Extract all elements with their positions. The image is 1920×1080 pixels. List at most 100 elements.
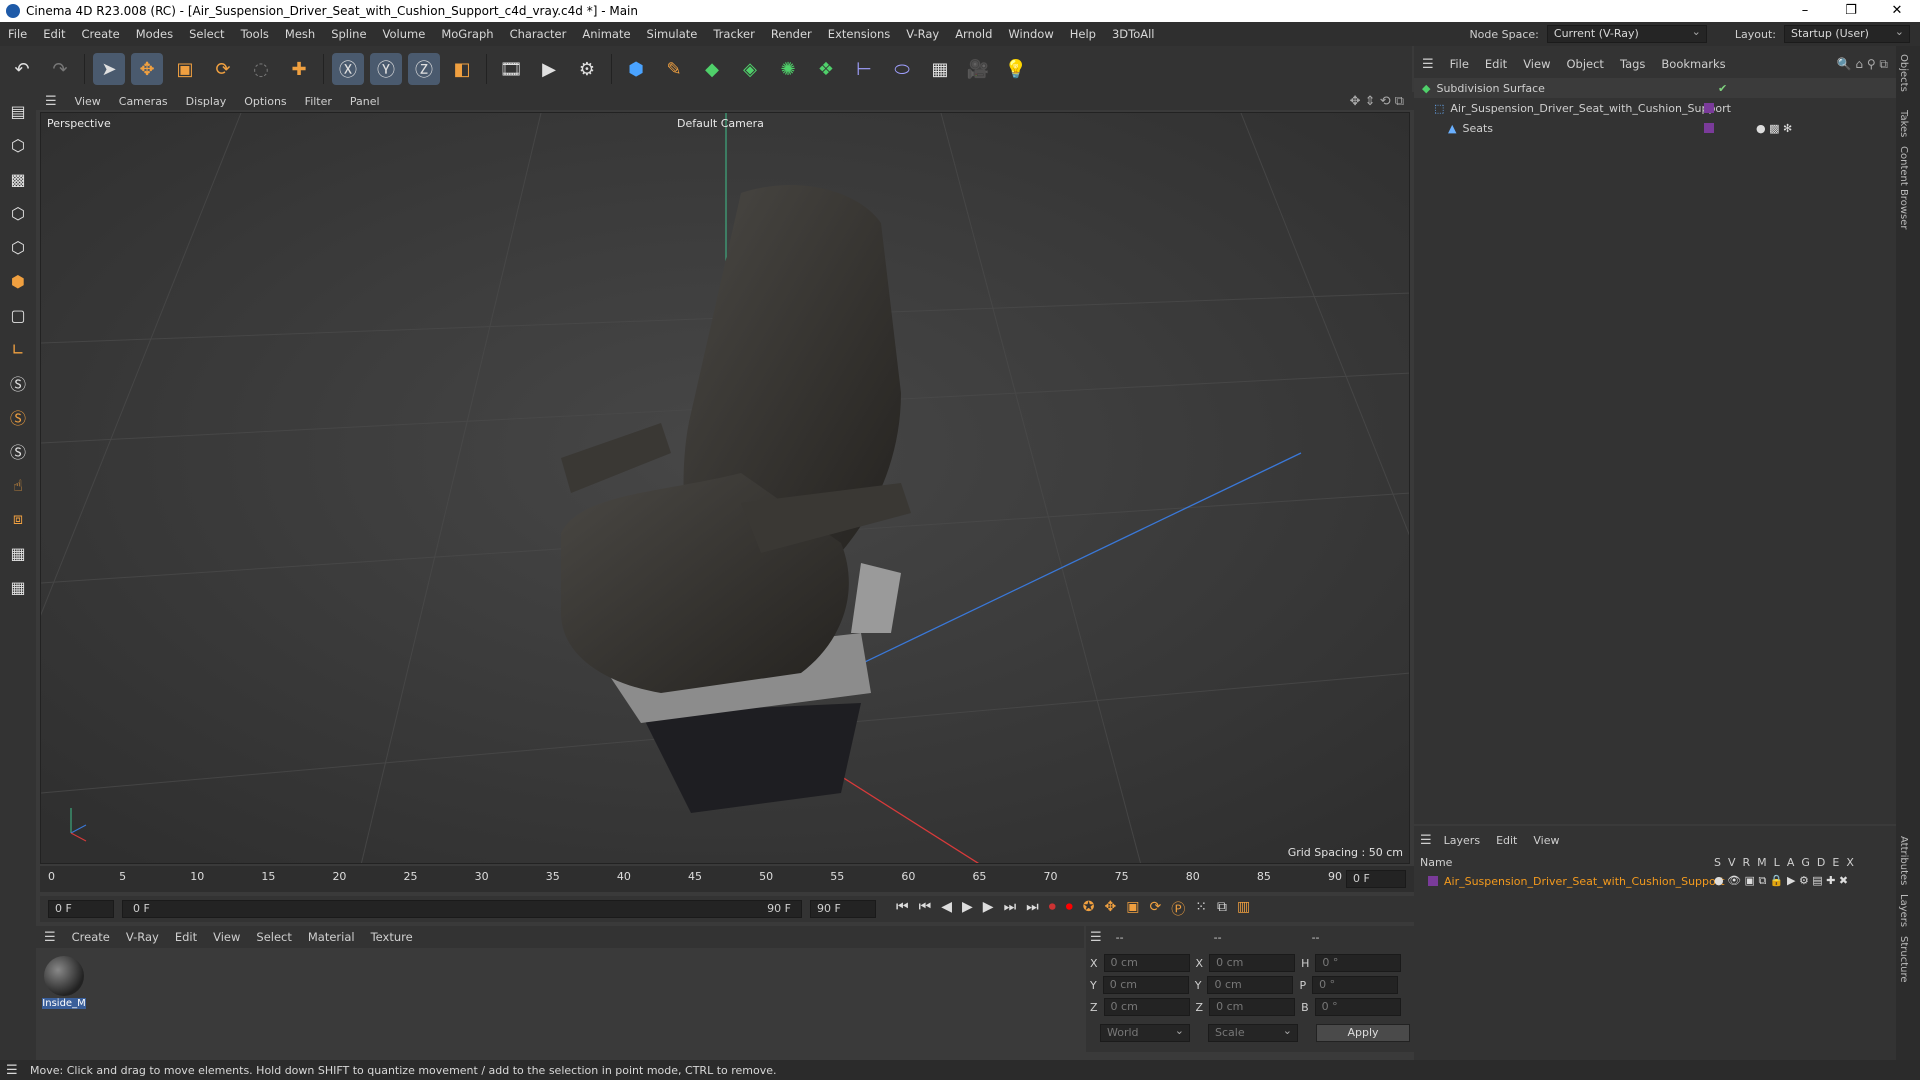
minimize-button[interactable]: –	[1782, 0, 1828, 22]
layer-column-header[interactable]: R	[1743, 856, 1751, 869]
object-name-subdivision[interactable]: Subdivision Surface	[1436, 82, 1544, 95]
node-space-dropdown[interactable]: Current (V-Ray)	[1546, 24, 1707, 43]
menu-vray[interactable]: V-Ray	[898, 27, 947, 41]
coord-h-rot[interactable]: 0 °	[1315, 954, 1402, 972]
viewport-menu-view[interactable]: View	[66, 95, 110, 108]
maximize-button[interactable]: ❐	[1828, 0, 1874, 22]
tab-content-browser[interactable]: Content Browser	[1898, 146, 1909, 229]
material-menu-select[interactable]: Select	[248, 930, 299, 944]
layer-column-header[interactable]: G	[1801, 856, 1810, 869]
objects-hamburger-icon[interactable]: ☰	[1414, 57, 1442, 72]
tab-takes[interactable]: Takes	[1898, 110, 1909, 137]
layer-column-header[interactable]: S	[1714, 856, 1721, 869]
goto-end-icon[interactable]: ⏭	[1026, 899, 1039, 919]
uv-mode-icon[interactable]: ▢	[3, 300, 33, 330]
layer-row[interactable]: Air_Suspension_Driver_Seat_with_Cushion_…	[1414, 872, 1896, 890]
material-menu-view[interactable]: View	[205, 930, 248, 944]
key-position-icon[interactable]: ✥	[1105, 899, 1117, 919]
menu-create[interactable]: Create	[74, 27, 128, 41]
objects-menu-view[interactable]: View	[1515, 57, 1558, 71]
material-tag-icon[interactable]: ● ▩ ✻	[1756, 122, 1792, 135]
move-tool-icon[interactable]: ✥	[131, 53, 163, 85]
menu-window[interactable]: Window	[1000, 27, 1061, 41]
make-editable-icon[interactable]: ▤	[3, 96, 33, 126]
menu-spline[interactable]: Spline	[323, 27, 374, 41]
viewport-perspective[interactable]: Perspective Default Camera Grid Spacing …	[40, 112, 1410, 864]
record-icon[interactable]: ⏺	[1049, 899, 1056, 919]
menu-volume[interactable]: Volume	[375, 27, 434, 41]
tab-structure[interactable]: Structure	[1898, 936, 1909, 983]
next-frame-icon[interactable]: ▶	[983, 899, 994, 919]
prev-frame-icon[interactable]: ◀	[941, 899, 952, 919]
key-scale-icon[interactable]: ▣	[1126, 899, 1139, 919]
material-menu-edit[interactable]: Edit	[167, 930, 205, 944]
coord-z-size[interactable]: 0 cm	[1209, 998, 1296, 1016]
tab-attributes[interactable]: Attributes	[1898, 836, 1909, 885]
coord-z-pos[interactable]: 0 cm	[1103, 998, 1190, 1016]
x-axis-lock-icon[interactable]: Ⓧ	[332, 53, 364, 85]
extrude-icon[interactable]: ◈	[734, 53, 766, 85]
timeline-ruler[interactable]: 0 5 10 15 20 25 30 35 40 45 50 55 60 65 70 75 80 85 90 0 F	[40, 866, 1414, 892]
material-item[interactable]: Inside_M	[42, 954, 86, 1009]
live-selection-icon[interactable]: ◌	[245, 53, 277, 85]
camera-label[interactable]: Default Camera	[677, 117, 764, 130]
edges-mode-icon[interactable]: ⬡	[3, 232, 33, 262]
objects-menu-tags[interactable]: Tags	[1612, 57, 1653, 71]
layer-column-header[interactable]: L	[1774, 856, 1780, 869]
start-frame-field[interactable]: 0 F	[48, 900, 114, 918]
play-icon[interactable]: ▶	[962, 899, 973, 919]
layer-column-header[interactable]: X	[1846, 856, 1854, 869]
layer-flag-icons[interactable]: ● 👁 ▣ ⧉ 🔒 ▶ ⚙ ▤ ✚ ✖	[1714, 874, 1848, 888]
object-row-seats[interactable]: ▲ Seats ● ▩ ✻	[1414, 118, 1896, 138]
axis-mode-icon[interactable]: ∟	[3, 334, 33, 364]
objects-menu-edit[interactable]: Edit	[1477, 57, 1515, 71]
coord-x-pos[interactable]: 0 cm	[1103, 954, 1190, 972]
coord-p-rot[interactable]: 0 °	[1312, 976, 1399, 994]
goto-start-icon[interactable]: ⏮	[896, 899, 909, 919]
select-cursor-icon[interactable]: ➤	[93, 53, 125, 85]
objects-menu-bookmarks[interactable]: Bookmarks	[1653, 57, 1733, 71]
camera-icon[interactable]: 🎥	[962, 53, 994, 85]
key-rotation-icon[interactable]: ⟳	[1149, 899, 1161, 919]
autokey-icon[interactable]: ⏺	[1066, 899, 1073, 919]
menu-extensions[interactable]: Extensions	[820, 27, 898, 41]
subdivision-icon[interactable]: ◆	[696, 53, 728, 85]
coord-b-rot[interactable]: 0 °	[1314, 998, 1401, 1016]
object-name-seat[interactable]: Air_Suspension_Driver_Seat_with_Cushion_…	[1450, 102, 1731, 115]
layer-column-header[interactable]: E	[1832, 856, 1839, 869]
menu-render[interactable]: Render	[763, 27, 820, 41]
menu-edit[interactable]: Edit	[35, 27, 73, 41]
z-axis-lock-icon[interactable]: Ⓩ	[408, 53, 440, 85]
render-view-icon[interactable]: ▶	[533, 53, 565, 85]
menu-file[interactable]: File	[0, 27, 35, 41]
layout-dropdown[interactable]: Startup (User)	[1784, 24, 1910, 43]
objects-menu-file[interactable]: File	[1442, 57, 1477, 71]
current-frame-field[interactable]: 0 F	[1346, 870, 1406, 888]
keyframe-selection-icon[interactable]: ✪	[1083, 899, 1095, 919]
object-name-seats[interactable]: Seats	[1462, 122, 1493, 135]
coord-scale-dropdown[interactable]: Scale	[1208, 1023, 1298, 1042]
layer-name[interactable]: Air_Suspension_Driver_Seat_with_Cushion_…	[1444, 875, 1725, 888]
layers-menu-layers[interactable]: Layers	[1444, 834, 1480, 847]
coord-world-dropdown[interactable]: World	[1100, 1023, 1190, 1042]
layer-column-header[interactable]: V	[1728, 856, 1736, 869]
menu-character[interactable]: Character	[502, 27, 575, 41]
menu-mesh[interactable]: Mesh	[277, 27, 323, 41]
deformer-icon[interactable]: ⊢	[848, 53, 880, 85]
viewport-menu-options[interactable]: Options	[235, 95, 295, 108]
field-icon[interactable]: ⬭	[886, 53, 918, 85]
texture-mode-icon[interactable]: ▩	[3, 164, 33, 194]
menu-tracker[interactable]: Tracker	[705, 27, 763, 41]
material-menu-create[interactable]: Create	[64, 930, 118, 944]
timeline-icon[interactable]: ▥	[1237, 899, 1250, 919]
light-icon[interactable]: 💡	[1000, 53, 1032, 85]
coord-y-pos[interactable]: 0 cm	[1102, 976, 1189, 994]
render-region-icon[interactable]: 🎞	[495, 53, 527, 85]
mograph-icon[interactable]: ❖	[810, 53, 842, 85]
object-row-seat[interactable]: ⬚ Air_Suspension_Driver_Seat_with_Cushio…	[1414, 98, 1896, 118]
layer-column-header[interactable]: A	[1787, 856, 1795, 869]
close-button[interactable]: ✕	[1874, 0, 1920, 22]
apply-button[interactable]: Apply	[1316, 1024, 1410, 1042]
material-menu-vray[interactable]: V-Ray	[118, 930, 167, 944]
redo-icon[interactable]: ↷	[44, 53, 76, 85]
